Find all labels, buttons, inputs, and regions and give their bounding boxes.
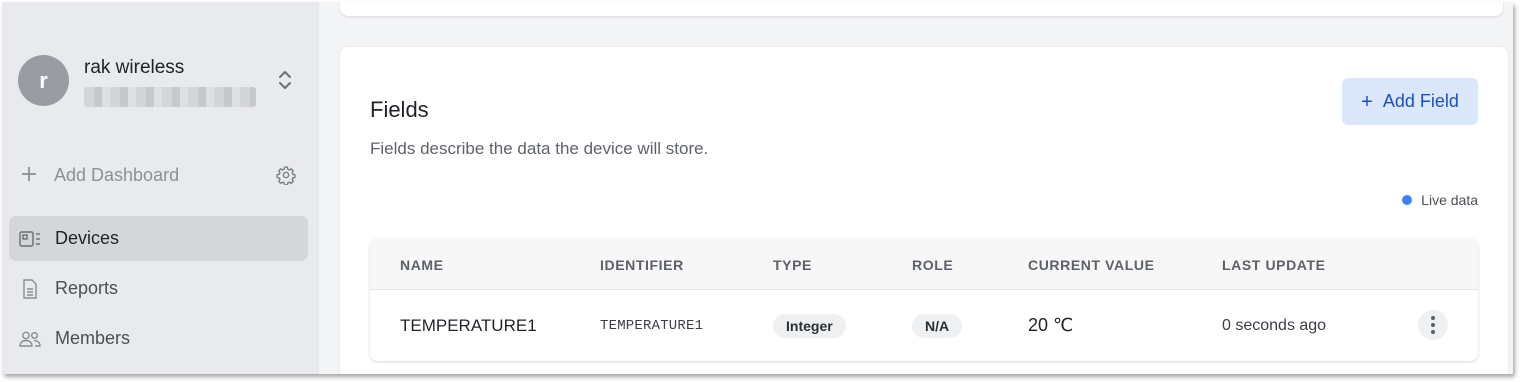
devices-icon xyxy=(19,228,41,250)
column-header-current-value[interactable]: CURRENT VALUE xyxy=(1028,257,1155,273)
column-header-type[interactable]: TYPE xyxy=(773,257,812,273)
sidebar-item-label: Devices xyxy=(55,228,120,248)
add-field-label: Add Field xyxy=(1382,91,1459,111)
sidebar: r rak wireless Add Dashboard Devices Rep… xyxy=(2,2,319,374)
table-row[interactable]: TEMPERATURE1 TEMPERATURE1 Integer N/A 20… xyxy=(370,290,1478,361)
chevron-up-down-icon[interactable] xyxy=(276,66,294,94)
sidebar-item-devices[interactable]: Devices xyxy=(9,216,308,261)
avatar: r xyxy=(18,55,69,106)
last-update: 0 seconds ago xyxy=(1222,316,1327,334)
column-header-identifier[interactable]: IDENTIFIER xyxy=(600,257,684,273)
current-value: 20 ℃ xyxy=(1028,315,1074,335)
live-data-indicator: Live data xyxy=(1402,192,1478,208)
live-data-label: Live data xyxy=(1421,192,1478,208)
sidebar-item-members[interactable]: Members xyxy=(9,316,308,361)
add-field-button[interactable]: + Add Field xyxy=(1342,78,1478,125)
account-switcher[interactable]: r rak wireless xyxy=(18,52,308,112)
main-content: Fields Fields describe the data the devi… xyxy=(319,2,1513,374)
field-name: TEMPERATURE1 xyxy=(400,315,537,335)
fields-description: Fields describe the data the device will… xyxy=(370,139,709,158)
column-header-name[interactable]: NAME xyxy=(400,257,444,273)
table-header: NAME IDENTIFIER TYPE ROLE CURRENT VALUE … xyxy=(370,239,1478,290)
add-dashboard-button[interactable]: Add Dashboard xyxy=(20,162,296,188)
previous-card xyxy=(340,2,1503,16)
fields-card: Fields Fields describe the data the devi… xyxy=(340,47,1508,374)
kebab-menu-icon[interactable] xyxy=(1418,310,1448,340)
sidebar-item-reports[interactable]: Reports xyxy=(9,266,308,311)
app-window: r rak wireless Add Dashboard Devices Rep… xyxy=(2,2,1513,374)
type-badge: Integer xyxy=(773,313,846,338)
plus-icon xyxy=(20,165,42,186)
sidebar-item-label: Reports xyxy=(55,278,119,298)
add-dashboard-label: Add Dashboard xyxy=(54,164,180,185)
field-role-cell: N/A xyxy=(912,290,963,361)
field-identifier: TEMPERATURE1 xyxy=(600,317,704,334)
fields-title: Fields xyxy=(370,97,429,122)
account-email-redacted xyxy=(84,87,256,107)
column-header-last-update[interactable]: LAST UPDATE xyxy=(1222,257,1326,273)
report-icon xyxy=(19,278,41,300)
field-type-cell: Integer xyxy=(773,290,846,361)
sidebar-item-label: Members xyxy=(55,328,131,348)
role-badge: N/A xyxy=(912,313,963,338)
account-name: rak wireless xyxy=(84,57,185,78)
fields-table: NAME IDENTIFIER TYPE ROLE CURRENT VALUE … xyxy=(370,239,1478,361)
live-dot-icon xyxy=(1402,195,1413,205)
members-icon xyxy=(19,328,41,350)
gear-icon[interactable] xyxy=(276,165,296,186)
plus-icon: + xyxy=(1361,90,1373,113)
column-header-role[interactable]: ROLE xyxy=(912,257,953,273)
